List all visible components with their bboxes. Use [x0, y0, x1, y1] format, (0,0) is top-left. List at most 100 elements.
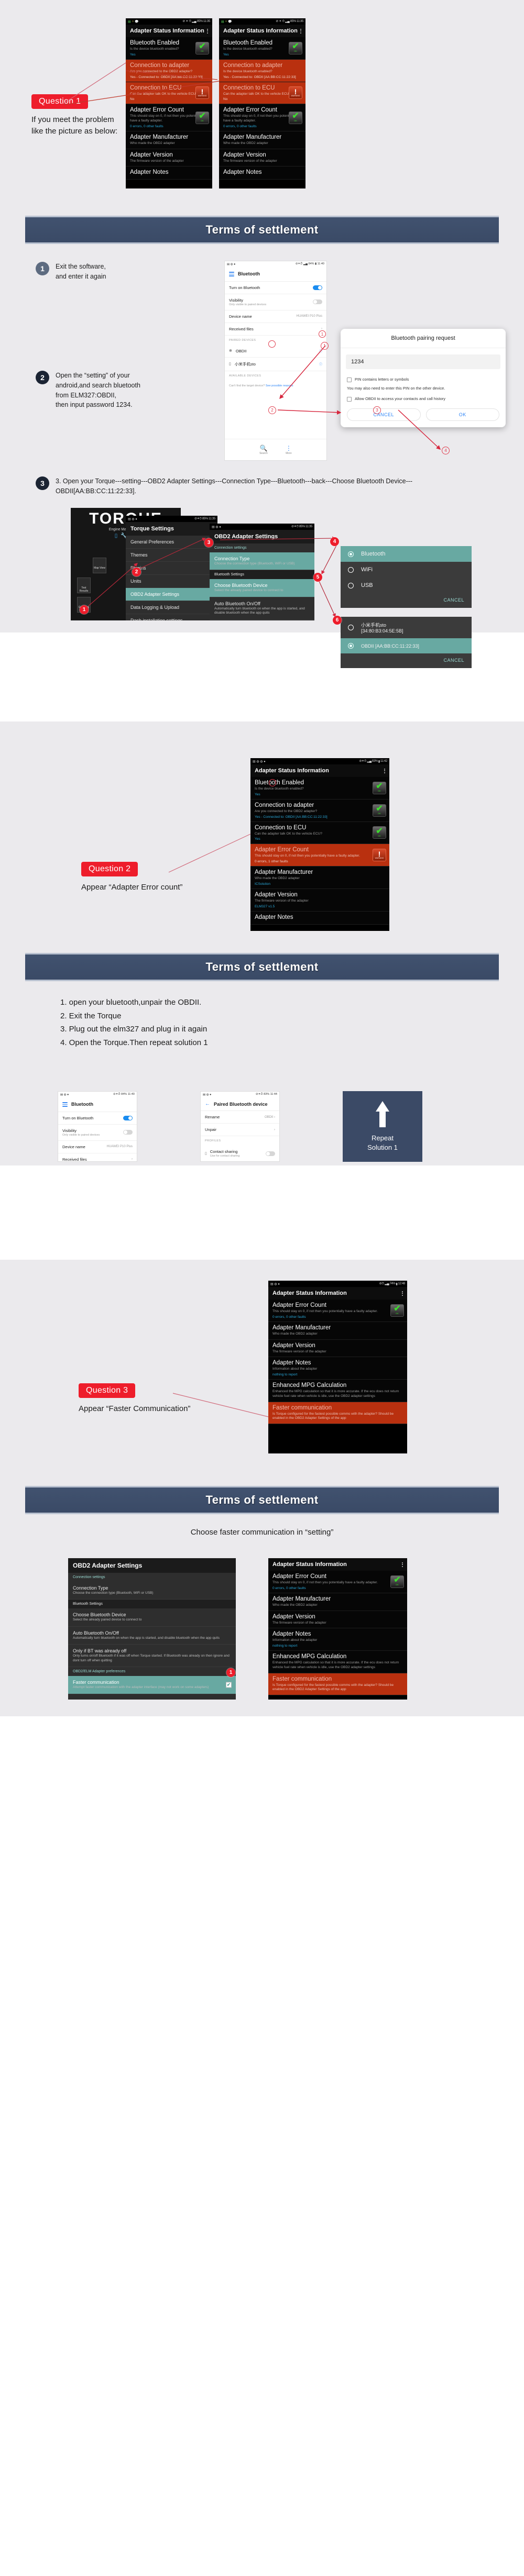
settings-item-units[interactable]: Units — [126, 575, 217, 588]
setting-only-if-bt-off[interactable]: Only if BT was already off Only turns on… — [68, 1645, 236, 1668]
setting-connection-type[interactable]: Connection Type Choose the connection ty… — [210, 552, 314, 571]
settings-item-obd2-adapter-settings[interactable]: OBD2 Adapter Settings — [126, 588, 217, 601]
settings-item-dash-installation[interactable]: Dash installation settings — [126, 614, 217, 620]
setting-choose-bluetooth-device[interactable]: Choose Bluetooth Device Select the alrea… — [210, 579, 314, 597]
bluetooth-toggle[interactable] — [123, 1115, 133, 1120]
unpair-row[interactable]: Unpair › — [201, 1124, 279, 1136]
paired-device-item[interactable]: ✻ OBDII ⓘ — [225, 345, 326, 358]
app-bar: Adapter Status Information — [268, 1287, 407, 1300]
choose-device-dialog: 小米手机sto [34:80:B3:04:5E:5B] OBDII [AA:BB… — [341, 617, 472, 668]
settings-item-general-preferences[interactable]: General Preferences — [126, 536, 217, 549]
status-row: Adapter Manufacturer Who made the OBD2 a… — [250, 867, 389, 889]
back-arrow-icon[interactable]: ← — [205, 1101, 210, 1107]
pin-note: You may also need to enter this PIN on t… — [347, 386, 445, 391]
option-obdii-device[interactable]: OBDII [AA:BB:CC:11:22:33] — [341, 638, 472, 653]
profiles-header: PROFILES — [205, 1139, 221, 1142]
settings-item-themes[interactable]: Themes — [126, 549, 217, 562]
more-button[interactable]: ⋮ More — [286, 445, 292, 455]
radio-icon[interactable] — [348, 567, 354, 573]
overflow-menu-icon[interactable] — [207, 28, 208, 34]
rename-row[interactable]: Rename OBDII › — [201, 1111, 279, 1124]
setting-auto-bluetooth[interactable]: Auto Bluetooth On/Off Automatically turn… — [210, 597, 314, 620]
device-label: 小米手机sto — [234, 361, 256, 367]
hamburger-icon[interactable] — [229, 271, 234, 277]
group-header-adapter-preferences: OBD2/ELM Adapter preferences — [73, 1670, 126, 1674]
possible-reasons-link[interactable]: See possible reasons — [266, 384, 293, 387]
received-files-row[interactable]: Received files › — [58, 1153, 137, 1161]
setting-auto-bluetooth[interactable]: Auto Bluetooth On/Off Automatically turn… — [68, 1627, 236, 1645]
overflow-menu-icon[interactable] — [384, 768, 385, 774]
overflow-menu-icon[interactable] — [402, 1290, 403, 1296]
pin-input[interactable]: 1234 — [346, 354, 500, 369]
chevron-right-icon: › — [274, 1128, 275, 1131]
solution-2-line-1: 1. open your bluetooth,unpair the OBDII. — [60, 998, 202, 1007]
settings-item-data-logging[interactable]: Data Logging & Upload — [126, 601, 217, 614]
tile-test-results[interactable]: Test Results — [77, 578, 91, 593]
setting-faster-communication[interactable]: Faster communication Attempt faster comm… — [68, 1676, 236, 1694]
cancel-button[interactable]: CANCEL — [347, 408, 421, 421]
step-number: 1 — [36, 262, 49, 275]
search-button[interactable]: 🔍 Search — [259, 445, 268, 455]
received-files-row[interactable]: Received files › — [225, 323, 326, 336]
radio-icon[interactable] — [348, 582, 354, 589]
checkbox-icon[interactable] — [347, 397, 352, 402]
tile-map-view[interactable]: Map View — [93, 558, 106, 573]
pin-letters-checkbox-row[interactable]: PIN contains letters or symbols — [341, 375, 506, 384]
callout-circle-3: 3 — [373, 406, 381, 414]
ok-button[interactable]: OK — [425, 408, 499, 421]
app-bar-title: Adapter Status Information — [223, 28, 298, 34]
option-xiaomi-device[interactable]: 小米手机sto [34:80:B3:04:5E:5B] — [341, 617, 472, 638]
checkbox-icon[interactable] — [347, 377, 352, 382]
device-name-row[interactable]: Device name HUAWEI P10 Plus — [225, 310, 326, 323]
setting-connection-type[interactable]: Connection Type Choose the connection ty… — [68, 1582, 236, 1600]
status-row: Adapter Error Count This should stay on … — [268, 1300, 407, 1322]
cancel-button[interactable]: CANCEL — [341, 593, 472, 608]
setting-label: Auto Bluetooth On/Off — [73, 1630, 119, 1636]
setting-sublabel: Select the already paired device to conn… — [73, 1618, 142, 1622]
paired-device-item[interactable]: ▯ 小米手机sto ⓘ — [225, 358, 326, 371]
visibility-toggle[interactable] — [313, 299, 322, 305]
option-bluetooth[interactable]: Bluetooth — [341, 546, 472, 562]
status-icons-left: ▤ ◍ ● — [203, 1093, 212, 1096]
setting-choose-bluetooth-device[interactable]: Choose Bluetooth Device Select the alrea… — [68, 1608, 236, 1627]
setting-sublabel: Attempt faster communication with the ad… — [73, 1685, 209, 1690]
cancel-button[interactable]: CANCEL — [341, 653, 472, 668]
turn-on-bluetooth-row[interactable]: Turn on Bluetooth — [225, 282, 326, 294]
turn-on-bluetooth-row[interactable]: Turn on Bluetooth — [58, 1112, 137, 1125]
faster-communication-checkbox[interactable]: ✔ — [226, 1682, 232, 1688]
setting-label: Auto Bluetooth On/Off — [214, 601, 260, 606]
visibility-row[interactable]: Visibility Only visible to paired device… — [225, 294, 326, 310]
hamburger-icon[interactable] — [62, 1101, 68, 1108]
overflow-menu-icon[interactable] — [402, 1561, 403, 1568]
callout-circle-4: 4 — [442, 447, 450, 454]
status-row-faster-communication: Faster communication Is Torque configure… — [268, 1673, 407, 1696]
status-row: Enhanced MPG Calculation Enhanced the MP… — [268, 1651, 407, 1673]
device-info-icon[interactable]: ⓘ — [319, 349, 322, 353]
visibility-toggle[interactable] — [123, 1130, 133, 1135]
status-row: Bluetooth Enabled Is the device bluetoot… — [219, 37, 305, 60]
contact-sharing-toggle[interactable] — [266, 1151, 275, 1156]
option-usb[interactable]: USB — [341, 578, 472, 593]
screen-title: Torque Settings — [126, 522, 217, 536]
option-wifi[interactable]: WiFi — [341, 562, 472, 578]
radio-icon[interactable] — [348, 625, 354, 630]
status-icons-right: ⊘✶⏱ ▂▄ 83% ▮ 11:42 — [359, 760, 387, 763]
screen-title-bar: Bluetooth — [225, 267, 326, 282]
screen-title: Bluetooth — [71, 1102, 93, 1107]
solution-2-list: 1. open your bluetooth,unpair the OBDII.… — [60, 996, 524, 1049]
status-bar: ▤ ◍ ● ⊘✶⏱ 83% 11:44 — [201, 1092, 279, 1097]
allow-contacts-checkbox-row[interactable]: Allow OBDII to access your contacts and … — [341, 395, 506, 403]
overflow-menu-icon[interactable] — [300, 28, 301, 34]
contact-sharing-row[interactable]: ▯ Contact sharing Use for contact sharin… — [201, 1146, 279, 1161]
status-row: Adapter Error Count This should stay on … — [126, 104, 212, 131]
bluetooth-toggle[interactable] — [313, 285, 322, 290]
radio-icon[interactable] — [348, 643, 354, 649]
device-name-row[interactable]: Device name HUAWEI P10 Plus — [58, 1141, 137, 1153]
radio-icon[interactable] — [348, 551, 354, 557]
ok-badge-icon: ✔ OK — [289, 41, 302, 54]
status-row: Connection to ECU Can the adapter talk O… — [250, 821, 389, 845]
no-device-hint: Can't find the target device? See possib… — [229, 384, 293, 387]
obd2-adapter-settings-screen-2: OBD2 Adapter Settings Connection setting… — [68, 1558, 236, 1700]
device-info-icon[interactable]: ⓘ — [319, 362, 322, 367]
visibility-row[interactable]: Visibility Only visible to paired device… — [58, 1125, 137, 1141]
